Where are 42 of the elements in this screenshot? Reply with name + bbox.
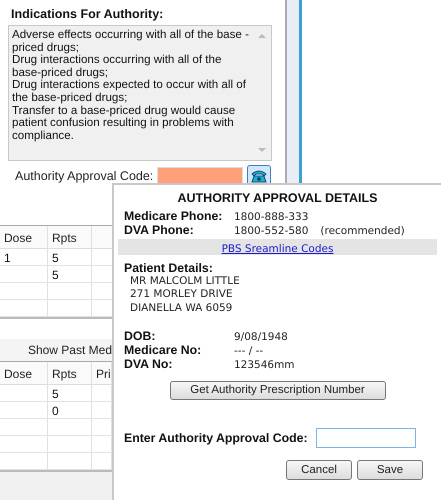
phone-icon: [250, 168, 268, 184]
indication-text: Adverse effects occurring with all of the base -priced drugs;: [12, 29, 250, 54]
field-note: (recommended): [320, 225, 405, 237]
approval-code-input[interactable]: [316, 428, 416, 448]
table-cell: 5: [52, 251, 59, 265]
field-label: Patient Details:: [123, 261, 214, 275]
column-header[interactable]: Dose: [0, 362, 48, 384]
indication-text: Transfer to a base-priced drug would cause patient confusion resulting in problems with compliance.: [12, 104, 236, 142]
splitter-bar[interactable]: [285, 0, 302, 183]
table-cell: 5: [52, 268, 59, 282]
dialog-button[interactable]: Save: [357, 460, 423, 480]
scroll-up-icon[interactable]: [258, 34, 266, 38]
dialog-button[interactable]: Cancel: [286, 460, 352, 480]
field-value: 1800-552-580: [234, 225, 308, 237]
field-value: 9/08/1948: [234, 330, 288, 343]
column-header[interactable]: Rpts: [48, 226, 92, 248]
field-value: 123546mm: [234, 358, 295, 371]
field-label: DVA No:: [124, 356, 174, 371]
get-number-button[interactable]: Get Authority Prescription Number: [170, 380, 386, 400]
column-header[interactable]: Dose: [0, 226, 48, 248]
dialog-title: AUTHORITY APPROVAL DETAILS: [176, 191, 378, 205]
field-label: Authority Approval Code:: [15, 169, 154, 183]
indication-text: Drug interactions occurring with all of the base-priced drugs;: [12, 54, 222, 80]
scroll-down-icon[interactable]: [258, 148, 266, 152]
patient-detail: 271 MORLEY DRIVE: [129, 288, 234, 302]
table-cell: 0: [52, 404, 59, 418]
section-title: Indications For Authority:: [11, 7, 164, 21]
indication-text: Drug interactions expected to occur with all of the base-priced drugs;: [12, 79, 247, 105]
field-label: Enter Authority Approval Code:: [124, 430, 308, 445]
column-header[interactable]: Rpts: [48, 362, 92, 384]
field-value: --- / --: [234, 344, 264, 357]
show-past-button[interactable]: Show Past Med: [0, 339, 112, 361]
patient-detail: DIANELLA WA 6059: [129, 302, 234, 315]
field-label: Medicare Phone:: [124, 209, 224, 223]
streamline-link[interactable]: PBS Sreamline Codes: [222, 243, 334, 255]
field-label: DVA Phone:: [124, 223, 195, 237]
field-label: DOB:: [124, 328, 156, 343]
field-label: Medicare No:: [124, 342, 202, 357]
table-cell: 1: [4, 251, 11, 265]
field-value: 1800-888-333: [234, 211, 308, 223]
table-cell: 5: [52, 387, 59, 401]
patient-detail: MR MALCOLM LITTLE: [129, 275, 241, 288]
